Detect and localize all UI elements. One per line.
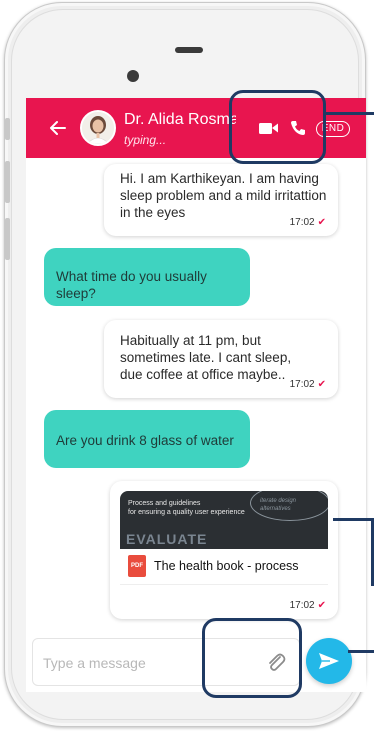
volume-down-button <box>5 218 10 260</box>
volume-up-button <box>5 161 10 203</box>
earpiece-speaker <box>175 47 203 53</box>
call-controls-highlight <box>229 90 326 164</box>
preview-sketch-text: iterate design alternatives <box>260 498 297 512</box>
preview-subtitle: for ensuring a quality user experience <box>128 509 245 516</box>
file-row[interactable]: PDF The health book - process <box>120 549 328 585</box>
file-preview[interactable]: Process and guidelines for ensuring a qu… <box>120 491 328 549</box>
outgoing-message[interactable]: Are you drink 8 glass of water <box>44 410 250 468</box>
send-button[interactable] <box>306 638 352 684</box>
back-button[interactable] <box>44 114 72 142</box>
pdf-file-icon: PDF <box>128 555 146 577</box>
incoming-message[interactable]: Habitually at 11 pm, but sometimes late.… <box>104 320 338 398</box>
send-icon <box>319 653 339 669</box>
doctor-avatar-icon <box>82 112 114 144</box>
contact-name[interactable]: Dr. Alida Rosma <box>124 111 236 129</box>
preview-word: EVALUATE <box>126 531 208 547</box>
message-text: Hi. I am Karthikeyan. I am having sleep … <box>120 171 327 220</box>
arrow-left-icon <box>50 121 66 135</box>
read-check-icon: ✔ <box>317 600 326 611</box>
message-text: Are you drink 8 glass of water <box>56 433 234 448</box>
message-time: 17:02 <box>289 217 315 228</box>
call-controls-pointer <box>326 112 374 115</box>
message-meta: 17:02 ✔ <box>290 379 326 390</box>
preview-title: Process and guidelines <box>128 500 201 507</box>
attach-pointer <box>348 650 374 653</box>
chat-screen: Dr. Alida Rosma typing... END Hi. I am K… <box>26 98 366 692</box>
incoming-message[interactable]: Hi. I am Karthikeyan. I am having sleep … <box>104 164 338 236</box>
message-meta: 17:02 ✔ <box>290 217 326 228</box>
front-camera <box>127 70 139 82</box>
file-attachment-message[interactable]: Process and guidelines for ensuring a qu… <box>110 481 338 619</box>
read-check-icon: ✔ <box>317 217 326 228</box>
attachment-pointer-horizontal <box>333 518 374 521</box>
file-name: The health book - process <box>154 559 299 573</box>
attach-button-highlight <box>202 618 302 698</box>
contact-avatar[interactable] <box>80 110 116 146</box>
outgoing-message[interactable]: What time do you usually sleep? <box>44 248 250 306</box>
message-meta: 17:02 ✔ <box>290 600 326 611</box>
message-text: Habitually at 11 pm, but sometimes late.… <box>120 333 292 382</box>
mute-switch <box>5 118 10 140</box>
message-time: 17:02 <box>289 600 315 611</box>
typing-status: typing... <box>124 133 167 147</box>
message-time: 17:02 <box>289 379 315 390</box>
read-check-icon: ✔ <box>317 379 326 390</box>
message-text: What time do you usually sleep? <box>56 269 207 301</box>
